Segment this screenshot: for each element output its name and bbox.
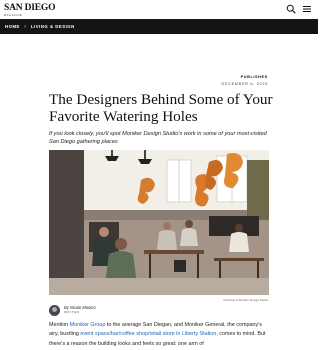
header-actions	[286, 4, 312, 14]
breadcrumb-home[interactable]: HOME	[5, 24, 20, 29]
menu-icon[interactable]	[302, 4, 312, 14]
author-role: WRITER	[64, 310, 80, 315]
breadcrumb: HOME > LIVING & DESIGN	[5, 24, 75, 29]
article-headline: The Designers Behind Some of Your Favori…	[49, 91, 273, 125]
article-body-paragraph: Mention Moniker Group to the average San…	[49, 321, 271, 349]
article-dek: If you look closely, you'll spot Moniker…	[49, 131, 267, 146]
hero-photo-image	[49, 150, 269, 295]
site-logo[interactable]: SAN DIEGO MAGAZINE	[4, 3, 56, 17]
body-text-segment: Mention	[49, 322, 70, 328]
moniker-general-link[interactable]: event space/bar/coffee shop/retail store…	[80, 331, 216, 337]
logo-subtitle: MAGAZINE	[4, 13, 23, 17]
publish-date: DECEMBER 6, 2023	[221, 82, 268, 86]
author-byline: By Nicole Monico WRITER	[49, 305, 96, 316]
logo-wordmark: SAN DIEGO	[4, 3, 56, 13]
breadcrumb-section[interactable]: LIVING & DESIGN	[31, 24, 75, 29]
search-icon[interactable]	[286, 4, 296, 14]
breadcrumb-bar: HOME > LIVING & DESIGN	[0, 19, 318, 34]
breadcrumb-separator: >	[23, 24, 27, 29]
photo-credit: Courtesy of Moniker Design Studio	[223, 298, 268, 302]
author-avatar	[49, 305, 60, 316]
published-label: PUBLISHED	[240, 75, 268, 79]
hero-photo	[49, 150, 269, 295]
site-header: SAN DIEGO MAGAZINE	[0, 0, 318, 19]
moniker-group-link[interactable]: Moniker Group	[70, 322, 106, 328]
